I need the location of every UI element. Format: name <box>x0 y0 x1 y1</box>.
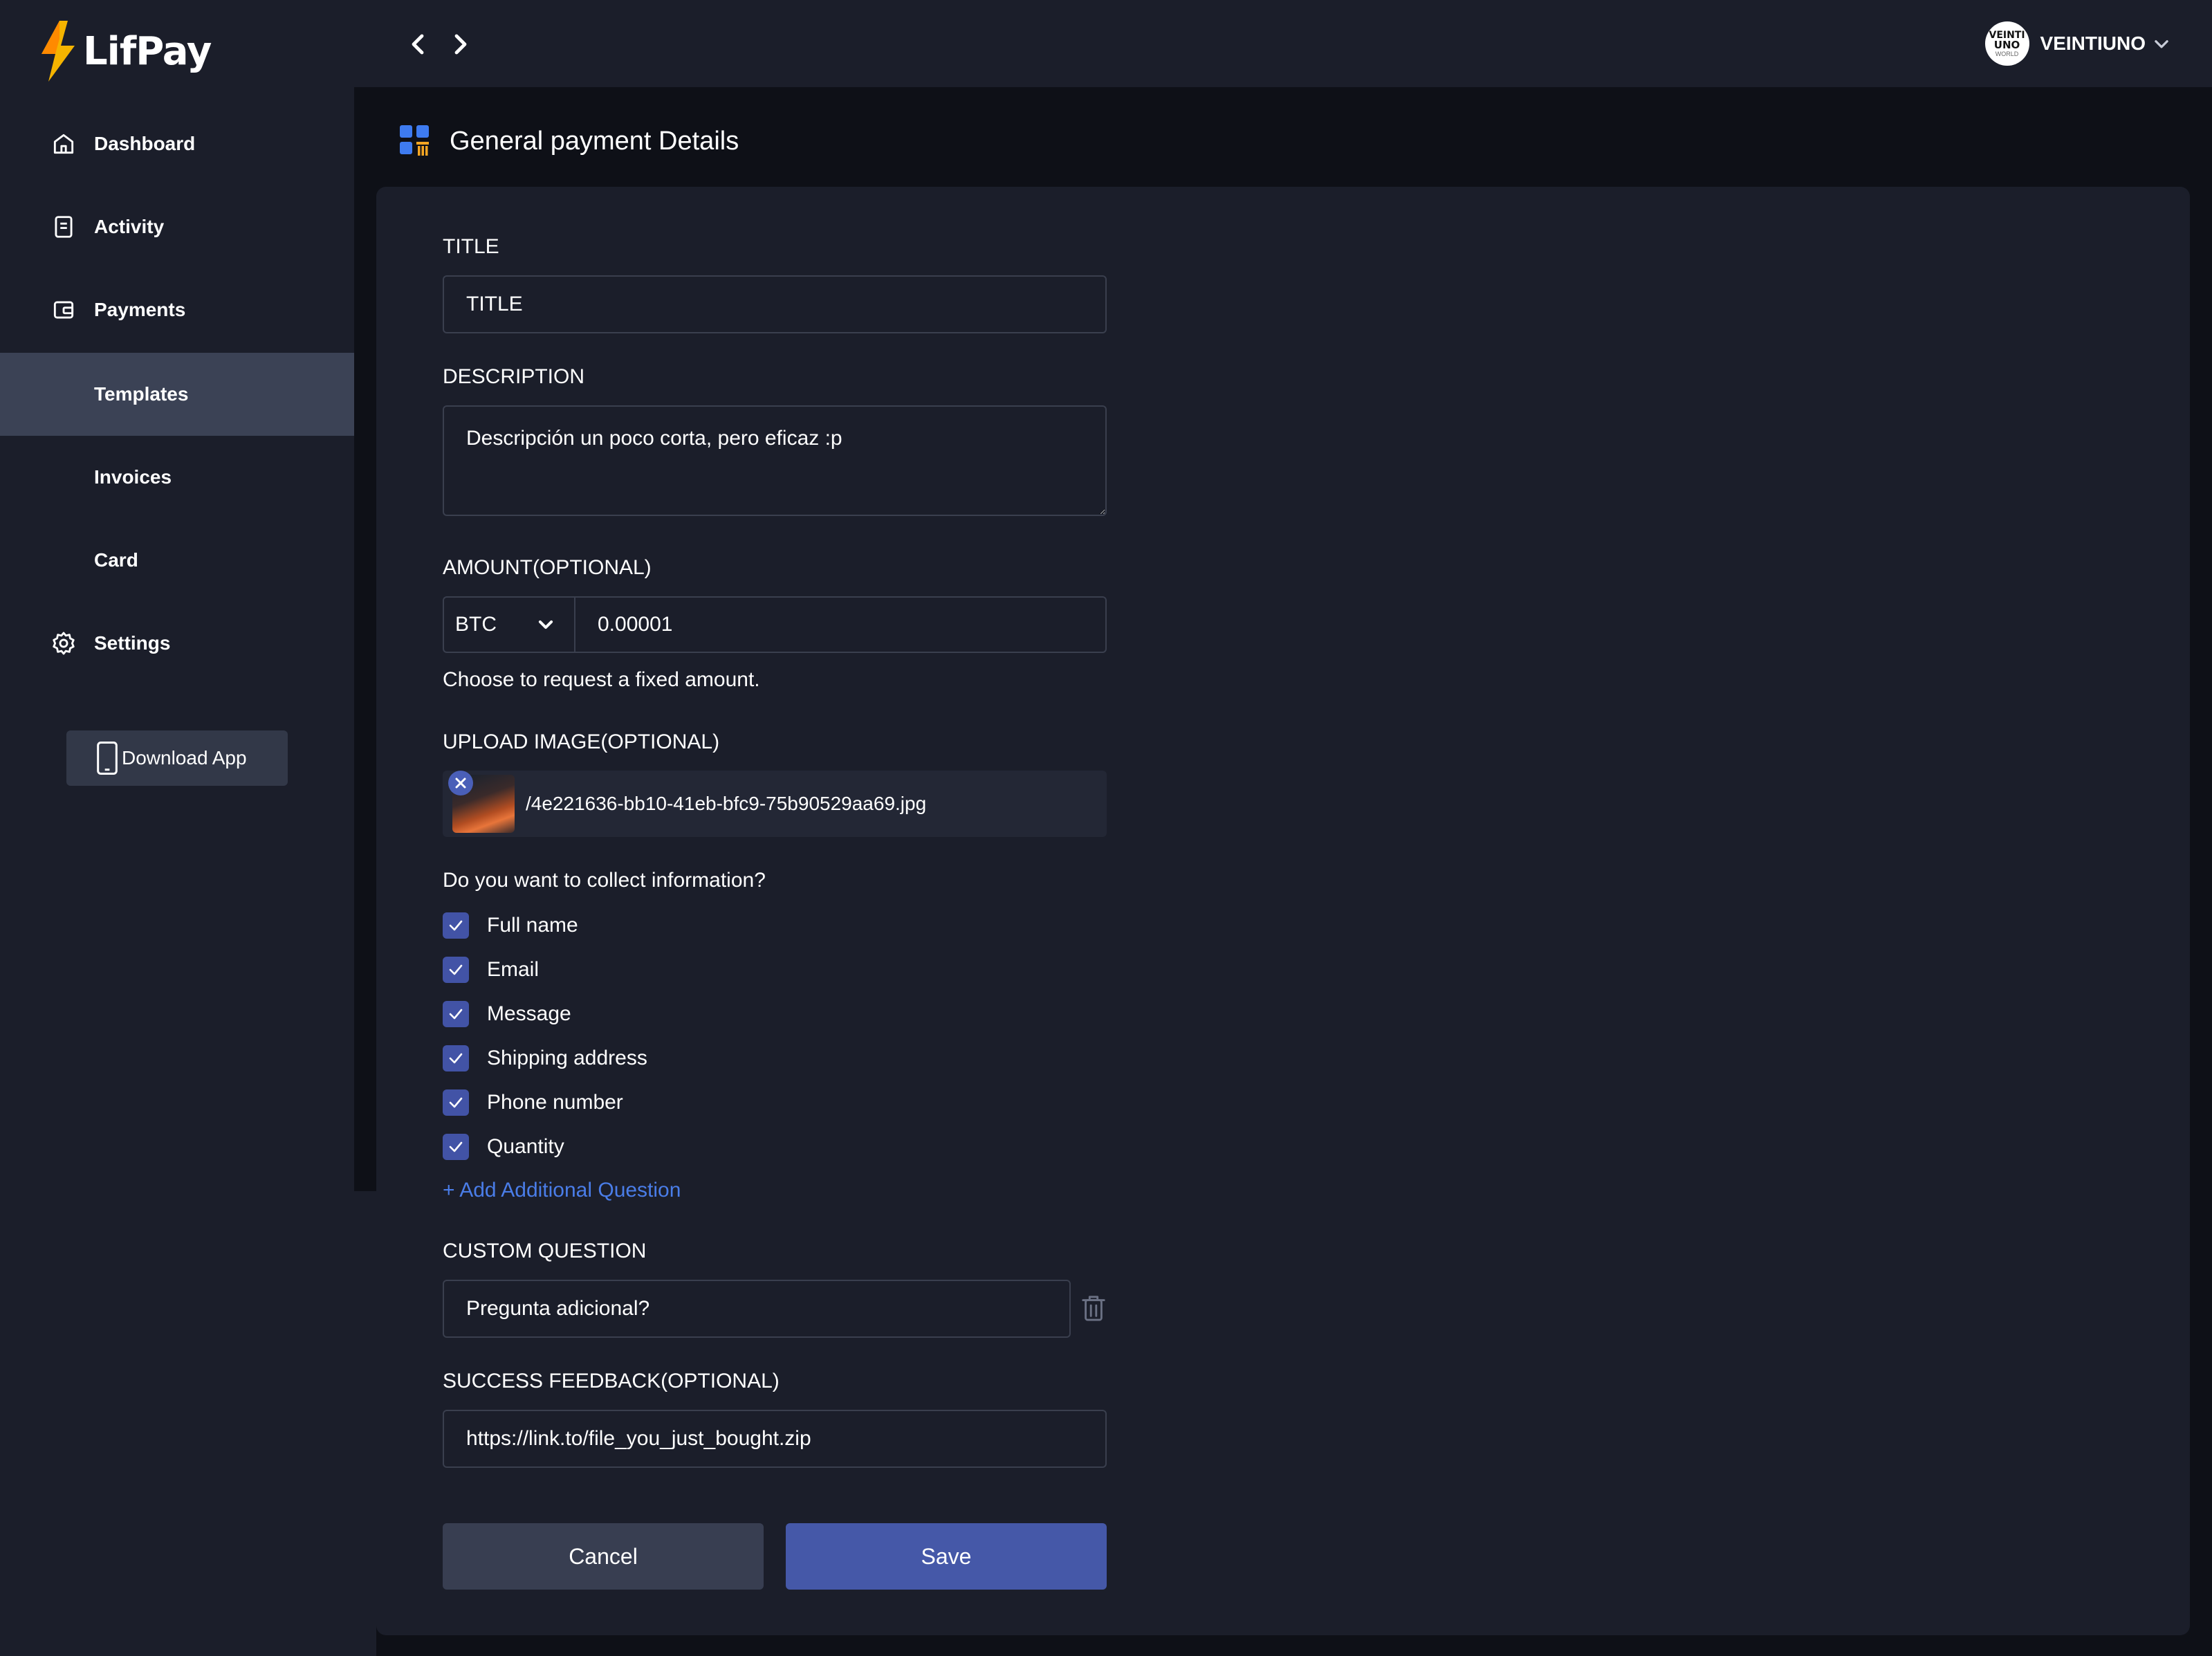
custom-question-input[interactable] <box>443 1280 1071 1338</box>
checkbox-label: Full name <box>487 914 578 937</box>
user-menu[interactable]: VEINTI UNO WORLD VEINTIUNO <box>1984 21 2170 66</box>
close-icon <box>455 778 466 789</box>
checkbox-label: Phone number <box>487 1091 623 1114</box>
check-icon <box>449 1097 463 1108</box>
sidebar-item-activity[interactable]: Activity <box>0 185 354 268</box>
avatar: VEINTI UNO WORLD <box>1984 21 2029 66</box>
gear-icon <box>50 629 77 657</box>
page-header: General payment Details <box>400 122 739 160</box>
check-icon <box>449 1141 463 1152</box>
add-additional-question-link[interactable]: + Add Additional Question <box>443 1179 681 1202</box>
checkbox-label: Message <box>487 1002 571 1025</box>
amount-input[interactable] <box>575 596 1107 653</box>
sidebar-item-settings[interactable]: Settings <box>0 602 354 685</box>
remove-image-button[interactable] <box>448 771 473 795</box>
chevron-down-icon <box>2155 40 2168 48</box>
document-icon <box>50 213 77 241</box>
collect-info-question: Do you want to collect information? <box>443 869 766 892</box>
sidebar-item-templates[interactable]: Templates <box>0 353 354 436</box>
sidebar-divider <box>354 87 376 1191</box>
title-input[interactable] <box>443 275 1107 333</box>
download-app-button[interactable]: Download App <box>66 730 288 786</box>
success-feedback-input[interactable] <box>443 1410 1107 1468</box>
sidebar-item-label: Payments <box>94 299 186 320</box>
logo[interactable]: LifPay <box>39 21 212 82</box>
title-label: TITLE <box>443 235 499 258</box>
sidebar-item-payments[interactable]: Payments <box>0 268 354 351</box>
currency-select[interactable]: BTC <box>443 596 575 653</box>
save-button[interactable]: Save <box>786 1523 1107 1590</box>
check-icon <box>449 964 463 975</box>
page-title: General payment Details <box>450 126 739 156</box>
checkbox-quantity[interactable]: Quantity <box>443 1133 564 1161</box>
app-root: LifPay Dashboard Activity Payments Templ… <box>0 0 2212 1656</box>
check-icon <box>449 1009 463 1020</box>
checkbox[interactable] <box>443 1001 469 1027</box>
upload-image-label: UPLOAD IMAGE(OPTIONAL) <box>443 730 720 753</box>
back-button[interactable] <box>403 28 433 61</box>
description-label: DESCRIPTION <box>443 365 585 388</box>
sidebar-item-label: Invoices <box>94 466 172 488</box>
checkbox-message[interactable]: Message <box>443 1000 571 1028</box>
checkbox-shipping-address[interactable]: Shipping address <box>443 1045 647 1072</box>
check-icon <box>449 1053 463 1064</box>
sidebar-item-dashboard[interactable]: Dashboard <box>0 102 354 185</box>
sidebar-item-label: Activity <box>94 216 165 237</box>
description-textarea[interactable]: Descripción un poco corta, pero eficaz :… <box>443 405 1107 516</box>
checkbox-label: Email <box>487 958 540 981</box>
template-grid-icon <box>400 125 429 156</box>
sidebar-item-label: Templates <box>94 383 189 405</box>
cancel-button[interactable]: Cancel <box>443 1523 764 1590</box>
check-icon <box>449 920 463 931</box>
custom-question-label: CUSTOM QUESTION <box>443 1240 647 1262</box>
checkbox[interactable] <box>443 912 469 939</box>
forward-button[interactable] <box>445 28 476 61</box>
checkbox-full-name[interactable]: Full name <box>443 912 578 939</box>
download-app-label: Download App <box>122 747 247 769</box>
sidebar-item-invoices[interactable]: Invoices <box>0 436 354 519</box>
checkbox-label: Quantity <box>487 1135 564 1158</box>
file-name: /4e221636-bb10-41eb-bfc9-75b90529aa69.jp… <box>526 793 927 814</box>
uploaded-file: /4e221636-bb10-41eb-bfc9-75b90529aa69.jp… <box>443 771 1107 837</box>
checkbox[interactable] <box>443 957 469 983</box>
sidebar-item-label: Settings <box>94 632 171 654</box>
sidebar-item-card[interactable]: Card <box>0 519 354 602</box>
checkbox[interactable] <box>443 1089 469 1116</box>
chevron-right-icon <box>454 34 467 55</box>
checkbox-label: Shipping address <box>487 1047 647 1069</box>
amount-hint: Choose to request a fixed amount. <box>443 668 760 691</box>
user-name: VEINTIUNO <box>2040 33 2146 54</box>
lightning-logo-icon <box>42 21 75 82</box>
currency-value: BTC <box>455 613 497 636</box>
sidebar-item-label: Card <box>94 549 138 571</box>
chevron-left-icon <box>412 34 424 55</box>
success-feedback-label: SUCCESS FEEDBACK(OPTIONAL) <box>443 1370 780 1392</box>
chevron-down-icon <box>538 620 553 629</box>
checkbox-phone-number[interactable]: Phone number <box>443 1089 623 1116</box>
phone-icon <box>97 742 118 775</box>
checkbox[interactable] <box>443 1134 469 1160</box>
home-icon <box>50 130 77 158</box>
sidebar-item-label: Dashboard <box>94 133 196 154</box>
sidebar: LifPay Dashboard Activity Payments Templ… <box>0 0 354 1656</box>
brand-name: LifPay <box>83 28 212 74</box>
checkbox[interactable] <box>443 1045 469 1071</box>
amount-label: AMOUNT(OPTIONAL) <box>443 556 652 579</box>
top-bar: VEINTI UNO WORLD VEINTIUNO <box>354 0 2212 87</box>
avatar-text-line2: UNO <box>1993 38 2020 51</box>
delete-question-button[interactable] <box>1080 1294 1108 1324</box>
trash-icon <box>1082 1296 1105 1321</box>
wallet-icon <box>50 296 77 324</box>
checkbox-email[interactable]: Email <box>443 956 539 984</box>
avatar-text-line3: WORLD <box>1995 50 2019 57</box>
